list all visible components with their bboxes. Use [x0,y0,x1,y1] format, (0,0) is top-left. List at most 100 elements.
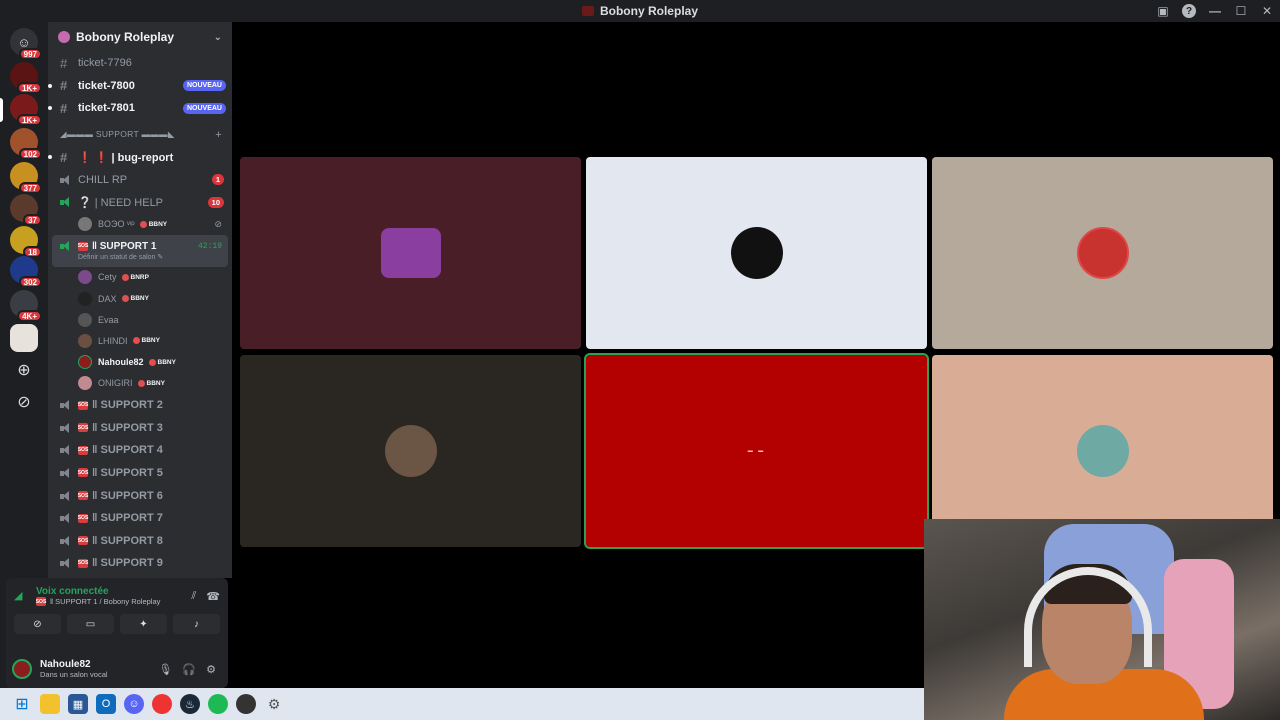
spotify-icon[interactable] [208,694,228,714]
inbox-icon[interactable]: ▣ [1150,0,1176,22]
server-tag: BBNY [148,358,176,366]
voice-channel[interactable]: SOS ‖ SUPPORT 3 [48,416,232,439]
text-channel[interactable]: # ticket-7796 [48,52,232,75]
channel-list: Bobony Roleplay ⌄ # ticket-7796 # ticket… [48,22,232,578]
camera-off-button[interactable]: ⊘ [14,614,61,634]
sos-icon: SOS [77,491,89,501]
voice-member[interactable]: DAX BBNY [48,288,232,309]
user-name[interactable]: Nahoule82 [40,659,108,670]
steam-icon[interactable]: ♨ [180,694,200,714]
store-icon[interactable]: ▦ [68,694,88,714]
voice-location[interactable]: ‖ SUPPORT 1 / Bobony Roleplay [50,597,160,606]
windows-start-icon[interactable]: ⊞ [12,694,32,714]
tag-label: BBNY [157,358,176,366]
server-icon[interactable]: 302 [10,256,42,288]
server-icon[interactable]: 18 [10,226,42,258]
server-icon[interactable]: 1K+ [10,94,42,126]
voice-member[interactable]: ONIGIRI BBNY [48,373,232,394]
app-icon[interactable] [236,694,256,714]
chrome-icon[interactable] [152,694,172,714]
chevron-down-icon[interactable]: ⌄ [214,32,222,43]
server-folder-icon[interactable]: 4K+ [10,290,42,322]
add-server-icon[interactable]: ⊕ [14,360,34,380]
participant-tile-speaking[interactable]: ▬ ▬ [584,353,929,549]
taskbar: ⊞ ▦ O ☺ ♨ ⚙ [0,688,924,720]
participant-tile[interactable] [932,157,1273,349]
file-explorer-icon[interactable] [40,694,60,714]
server-tag: BBNY [139,220,167,228]
settings-gear-icon[interactable]: ⚙ [206,663,216,676]
server-icon[interactable]: 1K+ [10,62,42,94]
server-icon[interactable] [10,324,38,352]
voice-channel[interactable]: SOS ‖ SUPPORT 4 [48,439,232,462]
text-channel[interactable]: # ticket-7801 NOUVEAU [48,97,232,120]
avatar[interactable] [12,659,32,679]
sos-icon: SOS [77,423,89,433]
voice-member[interactable]: Cety BNRP [48,267,232,288]
server-tag: BBNY [132,337,160,345]
channel-status[interactable]: Définir un statut de salon ✎ [78,253,163,261]
voice-status[interactable]: Voix connectée [36,586,160,597]
speaker-icon [60,558,72,569]
voice-channel[interactable]: CHILL RP 1 [48,168,232,191]
speaker-icon [60,400,72,411]
help-icon[interactable]: ? [1182,4,1196,18]
speaker-icon [60,241,72,252]
close-button[interactable]: ✕ [1254,0,1280,22]
channel-name: ‖ SUPPORT 9 [92,557,163,570]
server-name: Bobony Roleplay [76,30,175,44]
voice-member[interactable]: Nahoule82 BBNY [48,352,232,373]
add-channel-icon[interactable]: + [215,129,222,141]
voice-channel[interactable]: SOS ‖ SUPPORT 2 [48,394,232,417]
category-header[interactable]: ◢▬▬▬ SUPPORT ▬▬▬◣ + [48,124,232,146]
text-channel[interactable]: # ❗ ❗ | bug-report [48,146,232,169]
tag-icon [137,379,145,387]
disconnect-icon[interactable]: ☎ [206,590,220,603]
avatar [78,217,92,232]
avatar [78,355,92,370]
headphones-icon[interactable]: 🎧 [182,663,196,676]
maximize-button[interactable]: ☐ [1228,0,1254,22]
avatar [78,291,92,306]
server-icon[interactable]: 37 [10,194,42,226]
noise-suppression-icon[interactable]: ⫽ [191,590,196,603]
member-name: Cety [98,272,117,283]
server-icon[interactable]: 102 [10,128,42,160]
server-icon[interactable]: 377 [10,162,42,194]
voice-channel[interactable]: SOS ‖ SUPPORT 6 [48,484,232,507]
badge-count: 102 [18,148,42,160]
participant-tile[interactable] [240,355,581,547]
text-channel[interactable]: # ticket-7800 NOUVEAU [48,75,232,98]
microphone-icon[interactable]: 🎙 [158,663,172,676]
discord-home-icon[interactable]: ☺ 997 [10,28,42,60]
settings-icon[interactable]: ⚙ [264,694,284,714]
voice-channel[interactable]: SOS ‖ SUPPORT 5 [48,462,232,485]
signal-icon[interactable]: ◢ [14,589,28,603]
voice-member[interactable]: LHINDI BBNY [48,330,232,351]
participant-tile[interactable] [586,157,927,349]
minimize-button[interactable]: — [1202,0,1228,22]
avatar [1076,227,1129,279]
voice-channel[interactable]: SOS ‖ SUPPORT 8 [48,529,232,552]
discord-icon[interactable]: ☺ [124,694,144,714]
activity-button[interactable]: ✦ [120,614,167,634]
server-tag: BBNY [121,295,149,303]
voice-channel-active[interactable]: SOS ‖ SUPPORT 1 42:19 Définir un statut … [52,234,228,267]
voice-channel[interactable]: ❔ | NEED HELP 10 [48,191,232,214]
voice-member[interactable]: Evaa [48,309,232,330]
participant-tile[interactable] [240,157,581,349]
channel-name: ❗ ❗ | bug-report [78,151,174,164]
member-name: DAX [98,293,117,304]
voice-channel[interactable]: SOS ‖ SUPPORT 9 [48,552,232,575]
soundboard-button[interactable]: ♪ [173,614,220,634]
sos-icon: SOS [77,513,89,523]
outlook-icon[interactable]: O [96,694,116,714]
sos-icon: SOS [77,445,89,455]
badge-count: 302 [18,276,42,288]
server-tag: BBNY [137,379,165,387]
voice-channel[interactable]: SOS ‖ SUPPORT 7 [48,507,232,530]
explore-icon[interactable]: ⊘ [14,392,34,412]
share-screen-button[interactable]: ▭ [67,614,114,634]
server-header[interactable]: Bobony Roleplay ⌄ [48,22,232,52]
voice-member[interactable]: BOЭO ᵛᶦᵖ BBNY ⊘ [48,214,232,235]
